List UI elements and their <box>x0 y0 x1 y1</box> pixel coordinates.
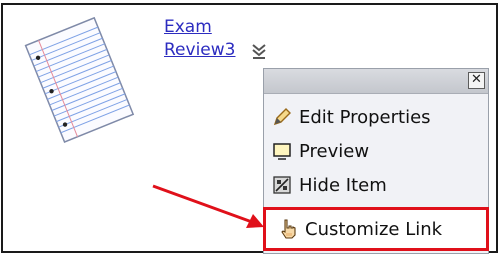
menu-item-preview[interactable]: Preview <box>271 137 369 165</box>
menu-item-label: Customize Link <box>305 218 443 240</box>
item-title-line1: Exam <box>164 17 212 37</box>
context-menu-chevron-icon[interactable] <box>249 41 269 61</box>
menu-item-label: Hide Item <box>299 174 387 196</box>
menu-item-label: Preview <box>299 140 370 162</box>
menu-item-customize-link[interactable]: Customize Link <box>277 215 442 243</box>
hide-item-icon <box>273 176 291 194</box>
menu-item-edit-properties[interactable]: Edit Properties <box>271 103 431 131</box>
preview-window-icon <box>273 143 291 160</box>
menu-item-label: Edit Properties <box>299 106 431 128</box>
context-menu-header: ✕ <box>264 69 488 94</box>
pencil-icon <box>273 108 291 126</box>
menu-item-hide-item[interactable]: Hide Item <box>271 171 387 199</box>
notepad-thumbnail-icon <box>24 16 135 143</box>
close-menu-button[interactable]: ✕ <box>468 72 485 89</box>
red-arrow-annotation <box>152 184 264 228</box>
hand-pointer-icon <box>281 219 296 239</box>
